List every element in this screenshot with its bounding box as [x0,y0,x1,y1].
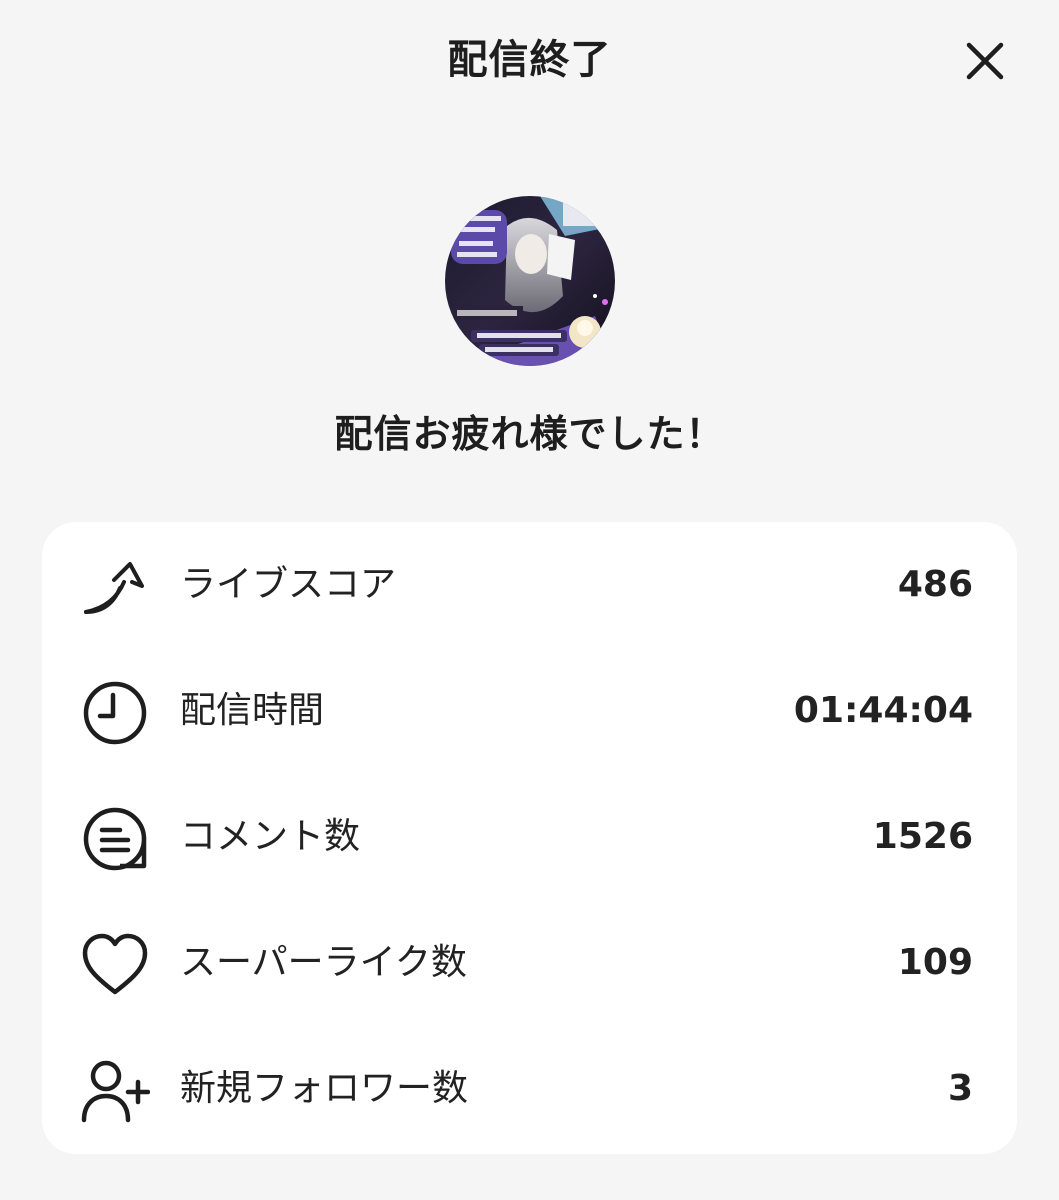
comment-icon [83,807,147,871]
clock-icon [83,681,147,745]
stats-card: ライブスコア 486 配信時間 01:44:04 コメント数 1526 スーパー… [42,522,1017,1154]
close-icon [966,42,1004,80]
stat-value: 3 [947,1068,973,1109]
stat-value: 1526 [872,816,973,857]
stat-label: スーパーライク数 [180,942,467,983]
stat-row-stream-time: 配信時間 01:44:04 [42,648,1017,774]
stat-row-live-score: ライブスコア 486 [42,522,1017,648]
page-title: 配信終了 [447,37,612,83]
stat-value: 109 [897,942,973,983]
header: 配信終了 [0,0,1059,120]
stat-label: 新規フォロワー数 [180,1068,469,1109]
stat-value: 01:44:04 [793,690,973,731]
stat-row-new-followers: 新規フォロワー数 3 [42,1026,1017,1152]
stat-label: コメント数 [180,816,361,857]
heart-icon [82,933,148,995]
stat-row-super-likes: スーパーライク数 109 [42,900,1017,1026]
stream-avatar [445,196,615,366]
stat-value: 486 [897,564,973,605]
completion-message: 配信お疲れ様でした！ [334,412,725,456]
close-button[interactable] [956,36,1012,92]
stat-label: 配信時間 [180,690,325,731]
stat-label: ライブスコア [180,564,397,605]
rising-arrow-icon [84,562,144,614]
stat-row-comments: コメント数 1526 [42,774,1017,900]
add-user-icon [81,1060,150,1123]
